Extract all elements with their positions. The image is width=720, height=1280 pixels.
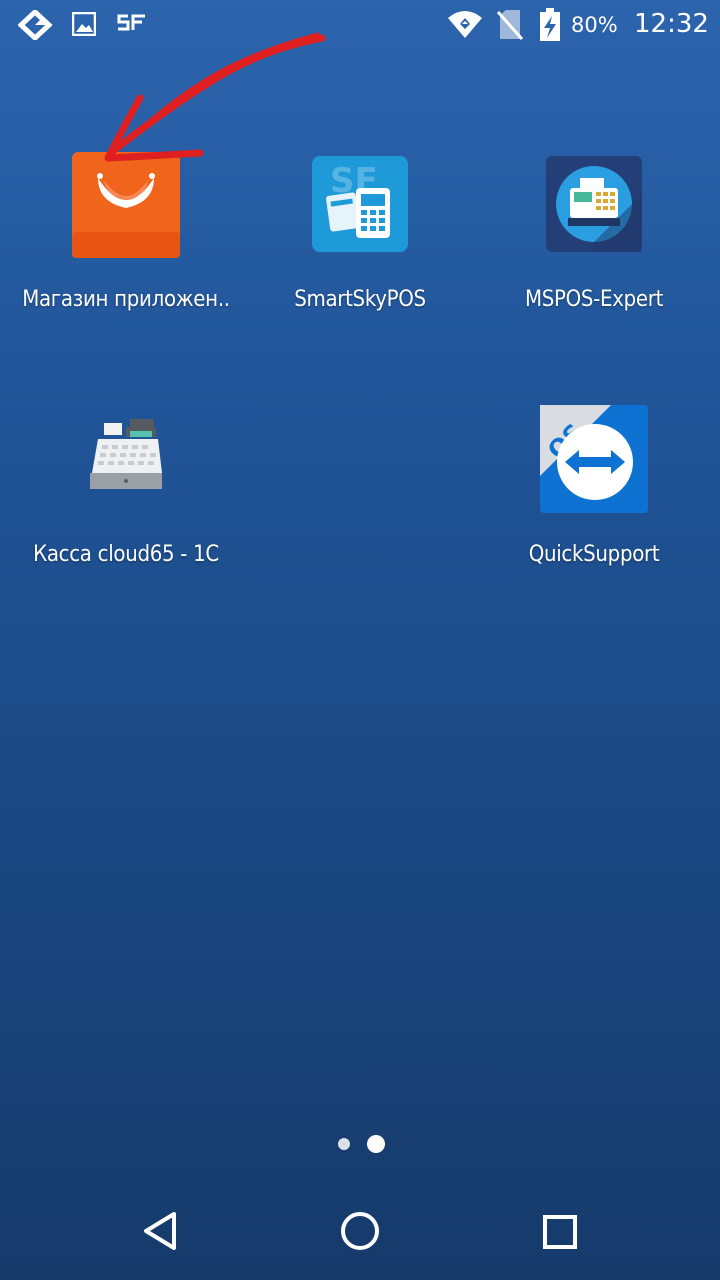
page-dot-1[interactable] (338, 1138, 350, 1150)
quicksupport-icon: QS (539, 404, 649, 518)
cash-register-circle-icon (544, 154, 644, 258)
app-kassa-cloud65-label: Касса cloud65 - 1С (33, 542, 219, 567)
status-bar: 80% 12:32 (0, 0, 720, 52)
home-screen: 80% 12:32 Магазин приложен.. SF SmartSky… (0, 0, 720, 1280)
page-dot-2-active[interactable] (367, 1135, 385, 1153)
home-icon[interactable] (337, 1208, 383, 1258)
sf-notification-icon (116, 14, 148, 36)
cash-register-icon (86, 417, 166, 501)
app-mspos-expert[interactable]: MSPOS-Expert (474, 140, 714, 330)
no-sim-icon (496, 9, 524, 45)
battery-percentage: 80% (571, 13, 618, 37)
battery-charging-icon (539, 8, 561, 46)
launcher-diamond-icon (17, 8, 54, 44)
status-clock: 12:32 (634, 9, 709, 39)
app-kassa-cloud65[interactable]: Касса cloud65 - 1С (6, 395, 246, 585)
recents-icon[interactable] (538, 1210, 582, 1258)
app-store-launcher[interactable]: Магазин приложен.. (6, 140, 246, 330)
app-smartskypos-label: SmartSkyPOS (294, 287, 426, 312)
shopping-bag-icon (70, 150, 182, 266)
app-store-label: Магазин приложен.. (22, 287, 230, 312)
app-mspos-expert-label: MSPOS-Expert (524, 287, 664, 312)
image-notification-icon (71, 11, 97, 40)
back-icon[interactable] (138, 1208, 184, 1258)
app-quicksupport[interactable]: QS QuickSupport (474, 395, 714, 585)
smartskypos-icon: SF (310, 154, 410, 258)
app-smartskypos[interactable]: SF SmartSkyPOS (240, 140, 480, 330)
app-quicksupport-label: QuickSupport (528, 542, 660, 567)
wifi-icon (447, 10, 483, 44)
